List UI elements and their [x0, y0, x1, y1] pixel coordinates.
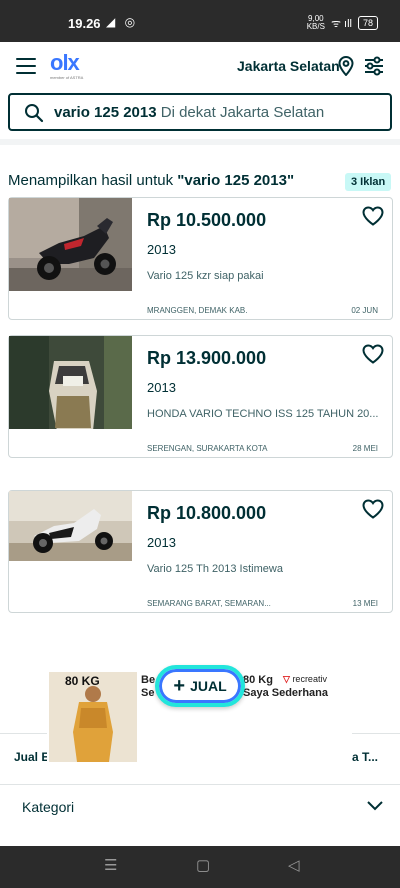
back-icon[interactable]: ◁: [288, 856, 300, 874]
chevron-down-icon: [366, 799, 384, 817]
search-input[interactable]: vario 125 2013 Di dekat Jakarta Selatan: [8, 93, 392, 131]
listing-title[interactable]: Vario 125 kzr siap pakai: [147, 270, 379, 282]
listing-price: Rp 10.800.000: [147, 503, 267, 523]
status-bar: 19.26 ◢ ◎ 9,00 KB/S ᯤ ıll 78: [0, 0, 400, 42]
top-bar: olx member of ASTRA Jakarta Selatan: [0, 42, 400, 90]
results-heading: Menampilkan hasil untuk "vario 125 2013": [8, 172, 295, 189]
sell-button-label: JUAL: [190, 678, 227, 694]
search-query: vario 125 2013 Di dekat Jakarta Selatan: [54, 104, 325, 121]
listing-photo[interactable]: [9, 491, 132, 584]
ad-brand: ▽ recreativ: [283, 674, 327, 684]
kategori-label: Kategori: [22, 799, 75, 815]
listing-date: 13 MEI: [352, 599, 378, 608]
favorite-heart-icon[interactable]: [362, 206, 384, 231]
home-icon[interactable]: ▢: [196, 856, 210, 874]
listing-date: 28 MEI: [352, 444, 378, 453]
listing-date: 02 JUN: [351, 306, 378, 315]
listing-photo[interactable]: [9, 336, 132, 429]
listing-price: Rp 13.900.000: [147, 348, 267, 368]
divider: [0, 139, 400, 145]
listing-card[interactable]: Rp 10.500.000 2013 Vario 125 kzr siap pa…: [8, 197, 393, 320]
battery-icon: 78: [357, 16, 378, 30]
favorite-heart-icon[interactable]: [362, 344, 384, 369]
listing-location: SERENGAN, SURAKARTA KOTA: [147, 444, 268, 453]
olx-logo[interactable]: olx member of ASTRA: [50, 52, 83, 81]
location-label[interactable]: Jakarta Selatan: [237, 58, 340, 74]
search-icon: [24, 103, 44, 128]
listing-photo[interactable]: [9, 198, 132, 291]
recent-apps-icon[interactable]: ☰: [104, 856, 117, 874]
system-nav-bar: ☰ ▢ ◁: [0, 846, 400, 888]
sell-button[interactable]: + JUAL: [155, 665, 245, 707]
hamburger-menu-icon[interactable]: [16, 58, 36, 74]
footer-link-left[interactable]: Jual E: [14, 750, 49, 764]
listing-title[interactable]: Vario 125 Th 2013 Istimewa: [147, 563, 379, 575]
signal-icon: ᯤ ıll: [330, 17, 352, 30]
location-pin-icon[interactable]: [338, 55, 354, 81]
listing-price: Rp 10.500.000: [147, 210, 267, 230]
network-speed: 9,00 KB/S: [306, 14, 325, 31]
favorite-heart-icon[interactable]: [362, 499, 384, 524]
status-time: 19.26: [68, 16, 101, 31]
listing-year: 2013: [147, 380, 176, 395]
ad-image[interactable]: 80 KG: [49, 672, 137, 762]
listing-location: MRANGGEN, DEMAK KAB.: [147, 306, 248, 315]
listing-location: SEMARANG BARAT, SEMARAN...: [147, 599, 271, 608]
ad-headline-left: Be Se: [141, 674, 156, 699]
ad-image-label: 80 KG: [65, 674, 100, 688]
system-icons: 9,00 KB/S ᯤ ıll 78: [307, 15, 378, 31]
listing-card[interactable]: Rp 13.900.000 2013 HONDA VARIO TECHNO IS…: [8, 335, 393, 458]
listing-title[interactable]: HONDA VARIO TECHNO ISS 125 TAHUN 20...: [147, 408, 379, 420]
listing-card[interactable]: Rp 10.800.000 2013 Vario 125 Th 2013 Ist…: [8, 490, 393, 613]
ad-brand-icon: ▽: [283, 674, 290, 684]
listing-year: 2013: [147, 535, 176, 550]
kategori-accordion[interactable]: Kategori: [0, 784, 400, 830]
notification-icons: ◢ ◎: [106, 15, 139, 29]
listing-year: 2013: [147, 242, 176, 257]
results-count-badge: 3 Iklan: [345, 173, 392, 191]
plus-icon: +: [173, 675, 186, 697]
footer-link-right[interactable]: a T...: [352, 750, 378, 764]
filter-icon[interactable]: [364, 56, 384, 81]
